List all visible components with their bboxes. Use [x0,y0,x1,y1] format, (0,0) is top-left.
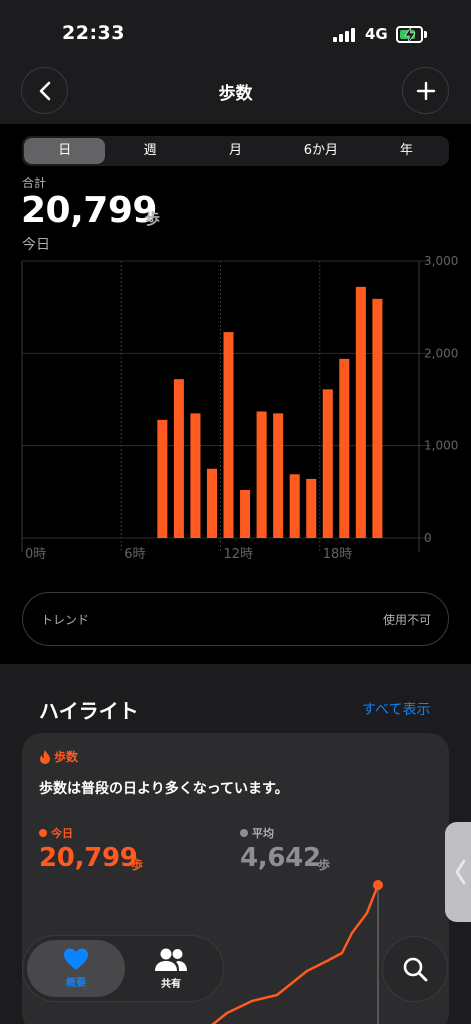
flame-icon [40,749,50,764]
people-icon [155,948,187,971]
tab-summary-label: 概要 [66,978,86,989]
y-tick-label: 0 [424,531,432,545]
segment-day[interactable]: 日 [24,138,106,164]
legend-today: 今日 [39,825,73,841]
x-tick-label: 0時 [25,547,46,562]
search-button[interactable] [382,936,448,1002]
network-type: 4G [365,25,388,43]
segment-week[interactable]: 週 [109,138,190,164]
y-tick-label: 3,000 [424,254,458,268]
segment-6-months[interactable]: 6か月 [280,138,361,164]
x-tick-label: 6時 [124,547,145,562]
step-bar [355,286,366,538]
search-icon [403,957,428,982]
step-bar [289,474,300,538]
card-message: 歩数は普段の日より多くなっています。 [39,781,289,797]
today-steps-unit: 歩 [131,858,144,872]
step-bar [256,411,267,538]
signal-icon [333,28,357,42]
plus-icon [416,81,435,100]
legend-average: 平均 [240,825,274,841]
show-all-link[interactable]: すべて表示 [362,699,430,719]
legend-today-label: 今日 [51,827,73,840]
highlights-title: ハイライト [39,699,139,723]
today-cumulative-line [211,884,380,1024]
total-label: 合計 [22,176,47,190]
step-bar [339,358,350,538]
chevron-left-icon [455,859,466,885]
segment-year[interactable]: 年 [366,138,447,164]
step-bar [157,419,168,538]
tab-sharing[interactable]: 共有 [122,940,220,997]
legend-average-label: 平均 [252,827,274,840]
side-handle[interactable] [445,822,471,922]
heart-icon [64,948,88,970]
segment-month[interactable]: 月 [195,138,276,164]
y-tick-label: 2,000 [424,346,458,360]
period-segmented-control: 日 週 月 6か月 年 [22,136,449,166]
average-steps-unit: 歩 [318,858,331,872]
y-tick-label: 1,000 [424,439,458,453]
x-tick-label: 18時 [323,547,353,562]
add-button[interactable] [402,67,449,114]
x-tick-label: 12時 [224,547,254,562]
total-value: 20,799 [21,190,157,231]
step-bar [273,413,284,538]
step-bar [223,332,234,538]
step-bar [240,489,251,538]
today-steps-value: 20,799 [39,843,138,873]
tab-bar: 概要 共有 [22,935,224,1002]
nav-header: 歩数 [0,62,471,124]
step-bar [322,389,333,538]
average-steps-value: 4,642 [240,843,321,873]
step-bar [173,379,184,538]
trend-value: 使用不可 [382,613,431,627]
step-bar [190,413,201,538]
trend-label: トレンド [41,613,90,627]
step-bar [372,298,383,538]
total-unit: 歩 [145,210,161,228]
step-bar [306,478,317,538]
tab-summary[interactable]: 概要 [27,940,125,997]
page-title: 歩数 [218,84,253,104]
trend-row[interactable]: トレンド 使用不可 [22,592,449,646]
step-bar [206,468,217,538]
card-category: 歩数 [39,748,78,765]
tab-sharing-label: 共有 [161,978,181,990]
status-bar: 22:33 4G [0,0,471,62]
battery-icon [396,26,423,43]
steps-bar-chart[interactable]: 3,000 2,000 1,000 0 0時 6時 12時 18時 [0,252,471,572]
card-category-label: 歩数 [54,750,79,764]
today-endpoint-dot [373,880,383,890]
date-label: 今日 [22,237,50,253]
status-time: 22:33 [62,22,125,44]
